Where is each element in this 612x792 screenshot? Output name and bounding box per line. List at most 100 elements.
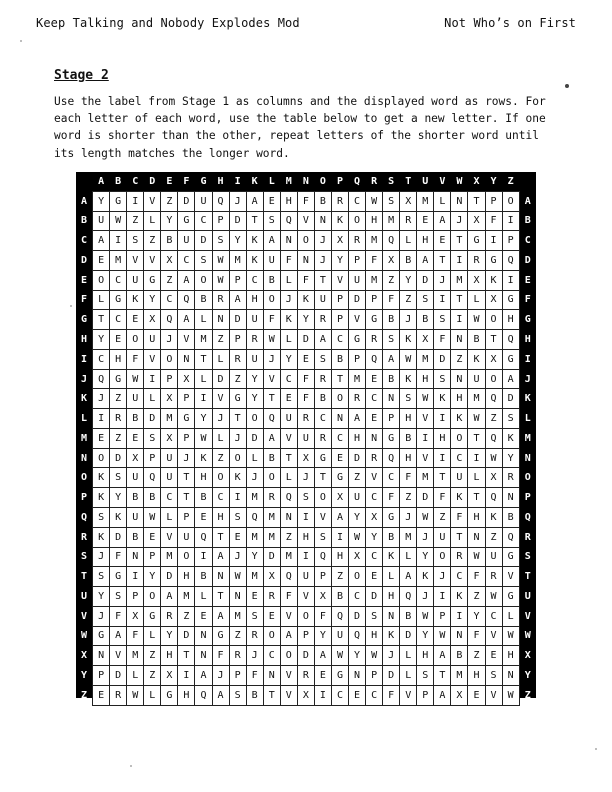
table-cell: N	[177, 348, 196, 370]
table-cell: H	[450, 388, 469, 410]
table-cell: T	[177, 467, 196, 489]
table-cell: Q	[92, 368, 111, 390]
table-row: OKSUQUTHOKJOLJTGZVCFMTULXRO	[76, 467, 536, 489]
column-label: E	[166, 175, 173, 187]
table-cell: L	[467, 467, 486, 489]
table-cell: H	[382, 586, 401, 607]
table-cell: C	[279, 368, 298, 390]
table-cell: F	[296, 368, 315, 390]
table-cell: C	[365, 684, 384, 706]
table-cell: Y	[330, 250, 350, 271]
table-cell: E	[92, 427, 111, 449]
table-cell: E	[313, 665, 332, 686]
table-cell: N	[194, 645, 213, 667]
row-label: J	[524, 373, 531, 385]
table-cell: O	[211, 467, 230, 489]
table-cell: Q	[347, 625, 367, 647]
table-cell: F	[126, 625, 145, 647]
table-cell: Q	[279, 487, 298, 509]
table-cell: O	[484, 368, 503, 390]
row-label: E	[81, 274, 88, 286]
row-label: P	[524, 492, 531, 504]
table-cell: B	[126, 408, 145, 429]
table-cell: S	[501, 408, 520, 429]
table-cell: C	[365, 388, 384, 410]
table-cell: R	[296, 665, 315, 686]
table-cell: F	[313, 605, 332, 627]
table-cell: O	[143, 586, 162, 607]
table-cell: R	[467, 250, 486, 271]
table-cell: M	[365, 269, 384, 291]
column-label: C	[132, 175, 139, 187]
table-cell: Z	[160, 190, 179, 212]
row-label: O	[524, 472, 531, 484]
table-cell: F	[279, 586, 298, 607]
column-label: N	[302, 709, 309, 721]
table-cell: X	[313, 586, 332, 607]
column-label: G	[200, 709, 207, 721]
table-cell: E	[126, 309, 145, 331]
table-cell: N	[92, 645, 111, 667]
table-cell: P	[92, 665, 111, 686]
row-label: I	[524, 353, 531, 365]
table-cell: K	[450, 408, 469, 429]
table-cell: C	[194, 210, 213, 232]
table-cell: F	[245, 665, 264, 686]
table-cell: U	[296, 566, 315, 588]
table-cell: Y	[92, 329, 111, 350]
row-label: S	[524, 551, 531, 563]
table-cell: U	[245, 348, 264, 370]
table-cell: E	[228, 526, 247, 548]
table-cell: Z	[109, 388, 128, 410]
table-cell: G	[501, 289, 520, 311]
table-row: KJZULXPIVGYTEFBORCNSWKHMQDK	[76, 388, 536, 410]
table-cell: Z	[109, 427, 128, 449]
table-cell: X	[296, 447, 315, 469]
table-cell: G	[501, 546, 520, 568]
table-cell: W	[433, 625, 452, 647]
table-cell: C	[211, 487, 230, 509]
table-cell: Z	[399, 487, 418, 509]
table-cell: Y	[109, 487, 128, 509]
table-cell: D	[433, 348, 452, 370]
table-cell: A	[245, 190, 264, 212]
table-cell: R	[245, 625, 264, 647]
table-cell: H	[501, 645, 520, 667]
table-cell: A	[177, 269, 196, 291]
table-cell: R	[399, 210, 418, 232]
table-cell: K	[433, 388, 452, 410]
table-cell: N	[382, 388, 401, 410]
table-cell: J	[382, 645, 401, 667]
table-cell: M	[160, 408, 179, 429]
column-label: U	[422, 175, 429, 187]
table-cell: L	[92, 289, 111, 311]
table-cell: X	[177, 368, 196, 390]
table-cell: W	[484, 447, 503, 469]
table-cell: Z	[484, 526, 503, 548]
table-cell: Q	[262, 408, 281, 429]
table-cell: U	[433, 526, 452, 548]
table-cell: T	[194, 348, 213, 370]
row-label: R	[524, 531, 531, 543]
table-cell: F	[382, 289, 401, 311]
table-cell: L	[126, 665, 145, 686]
table-cell: G	[382, 427, 401, 449]
table-cell: L	[279, 329, 298, 350]
table-cell: T	[467, 427, 486, 449]
table-cell: T	[262, 684, 281, 706]
table-row: YPDLZXIAJPFNVREGNPDLSTMHSNY	[76, 665, 536, 686]
table-cell: M	[262, 507, 281, 528]
table-cell: M	[262, 526, 281, 548]
table-cell: O	[484, 309, 503, 331]
table-cell: P	[228, 329, 247, 350]
table-cell: J	[211, 665, 230, 686]
row-label: K	[524, 393, 531, 405]
table-cell: T	[177, 487, 196, 509]
table-cell: Y	[279, 348, 298, 370]
table-cell: T	[450, 230, 469, 252]
table-cell: Q	[484, 388, 503, 410]
table-cell: L	[194, 309, 213, 331]
table-cell: R	[296, 408, 315, 429]
row-label: D	[81, 254, 88, 266]
table-cell: V	[296, 586, 315, 607]
